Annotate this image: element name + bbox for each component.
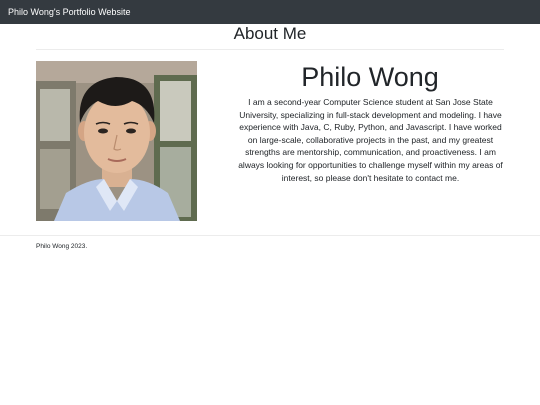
- section-divider: [36, 49, 504, 50]
- profile-bio: I am a second-year Computer Science stud…: [238, 97, 503, 183]
- navbar-brand-link[interactable]: Philo Wong's Portfolio Website: [8, 6, 130, 18]
- footer-divider: [0, 235, 540, 236]
- top-navbar: Philo Wong's Portfolio Website: [0, 0, 540, 24]
- profile-name: Philo Wong: [301, 62, 439, 92]
- section-title: About Me: [233, 24, 307, 43]
- profile-photo: [36, 61, 197, 221]
- footer-text: Philo Wong 2023.: [36, 243, 88, 250]
